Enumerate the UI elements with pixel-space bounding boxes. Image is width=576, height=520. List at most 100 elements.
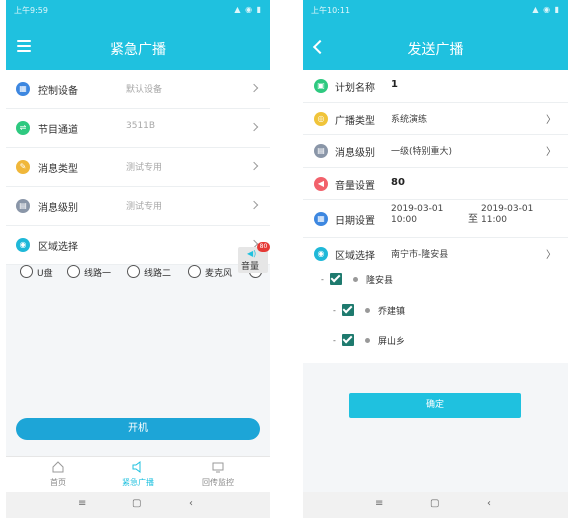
tree-node-town-2[interactable]: - 屏山乡 — [333, 333, 533, 349]
tree-node-county[interactable]: - 隆安县 — [321, 272, 521, 288]
start-datetime[interactable]: 2019-03-01 10:00 — [391, 204, 461, 226]
end-time: 11:00 — [481, 215, 507, 225]
chevron-right-icon: 〉 — [546, 147, 556, 158]
checkbox-checked[interactable] — [342, 334, 354, 346]
radio-circle — [188, 265, 201, 278]
page-title: 紧急广播 — [110, 42, 166, 58]
system-nav-bar: ≡ ▢ ‹ — [303, 492, 568, 518]
checkbox-checked[interactable] — [330, 273, 342, 285]
status-time: 上午10:11 — [311, 6, 351, 15]
tab-home[interactable]: 首页 — [18, 457, 98, 493]
header-bar: 上午9:59 ▲ ◉ ▮ 紧急广播 — [6, 0, 270, 70]
tab-monitor[interactable]: 回传监控 — [178, 457, 258, 493]
tree-dot — [365, 308, 370, 313]
region-value: 南宁市-隆安县 — [391, 250, 449, 260]
row-label: 控制设备 — [38, 86, 78, 97]
nav-home-icon[interactable]: ▢ — [132, 498, 141, 509]
status-icons: ▲ ◉ ▮ — [532, 5, 560, 14]
nav-menu-icon[interactable]: ≡ — [78, 498, 86, 509]
row-broadcast-type[interactable]: ◎ 广播类型 系统演练 〉 — [303, 103, 568, 135]
end-datetime[interactable]: 2019-03-01 11:00 — [481, 204, 551, 226]
radio-label: 麦克风 — [205, 269, 233, 279]
radio-circle — [67, 265, 80, 278]
radio-label: U盘 — [37, 269, 53, 279]
confirm-button[interactable]: 确定 — [349, 393, 521, 418]
row-message-level[interactable]: ▤ 消息级别 测试专用 — [6, 187, 270, 226]
tree-node-label: 乔建镇 — [378, 307, 406, 317]
message-level-icon: ▤ — [314, 144, 328, 158]
tab-label: 首页 — [50, 478, 66, 487]
monitor-icon — [212, 462, 224, 473]
message-level-value: 一级(特别重大) — [391, 147, 453, 157]
device-icon: ▦ — [16, 82, 30, 96]
location-icon: ◉ — [314, 247, 328, 261]
power-on-button[interactable]: 开机 — [16, 418, 260, 440]
volume-icon: ◀ — [314, 176, 328, 191]
broadcast-type-value: 系统演练 — [391, 114, 428, 125]
status-time: 上午9:59 — [14, 6, 48, 15]
row-region-select[interactable]: ◉ 区域选择 — [6, 226, 270, 265]
row-value: 测试专用 — [126, 202, 163, 212]
volume-value: 80 — [391, 176, 405, 188]
row-label: 区域选择 — [38, 242, 78, 253]
right-phone-screen: 上午10:11 ▲ ◉ ▮ 发送广播 ▣ 计划名称 1 ◎ 广播类型 系统演练 … — [303, 0, 568, 518]
chevron-right-icon — [249, 200, 259, 210]
speaker-icon: ◀) — [247, 249, 257, 258]
row-message-type[interactable]: ✎ 消息类型 测试专用 — [6, 148, 270, 187]
system-nav-bar: ≡ ▢ ‹ — [6, 492, 270, 518]
nav-home-icon[interactable]: ▢ — [430, 498, 439, 509]
row-volume-setting[interactable]: ◀ 音量设置 80 — [303, 168, 568, 200]
row-date-setting[interactable]: ▦ 日期设置 2019-03-01 10:00 至 2019-03-01 11:… — [303, 200, 568, 238]
broadcast-type-icon: ◎ — [314, 111, 328, 126]
calendar-icon: ▦ — [314, 212, 328, 226]
tree-dot — [353, 277, 358, 282]
row-message-level[interactable]: ▤ 消息级别 一级(特别重大) 〉 — [303, 135, 568, 168]
tab-emergency-broadcast[interactable]: 紧急广播 — [98, 457, 178, 493]
tree-node-label: 隆安县 — [366, 276, 394, 286]
row-value: 默认设备 — [126, 85, 163, 95]
tab-label: 紧急广播 — [122, 478, 154, 487]
tree-node-town-1[interactable]: - 乔建镇 — [333, 303, 533, 319]
status-bar: 上午9:59 ▲ ◉ ▮ — [14, 5, 262, 19]
row-region-select[interactable]: ◉ 区域选择 南宁市-隆安县 〉 — [303, 238, 568, 271]
radio-circle — [20, 265, 33, 278]
checkbox-checked[interactable] — [342, 304, 354, 316]
row-value: 测试专用 — [126, 163, 163, 173]
tree-branch: - — [333, 336, 336, 345]
row-plan-name[interactable]: ▣ 计划名称 1 — [303, 70, 568, 103]
row-control-device[interactable]: ▦ 控制设备 默认设备 — [6, 70, 270, 109]
chevron-right-icon — [249, 161, 259, 171]
bottom-tab-bar: 首页 紧急广播 回传监控 — [6, 456, 270, 492]
plan-name-value: 1 — [391, 79, 398, 90]
tree-branch: - — [333, 306, 336, 315]
message-level-icon: ▤ — [16, 199, 30, 213]
region-tree: - 隆安县 - 乔建镇 - 屏山乡 — [303, 268, 568, 363]
start-time: 10:00 — [391, 215, 417, 225]
radio-label: 线路二 — [144, 269, 172, 279]
row-label: 区域选择 — [335, 251, 375, 262]
row-label: 消息级别 — [335, 148, 375, 159]
volume-badge: 80 — [257, 242, 270, 252]
row-label: 消息类型 — [38, 164, 78, 175]
row-program-channel[interactable]: ⇌ 节目通道 3511B — [6, 109, 270, 148]
volume-floating-button[interactable]: ◀) 音量 80 — [238, 242, 270, 273]
chevron-right-icon — [249, 83, 259, 93]
volume-label: 音量 — [241, 262, 260, 272]
row-label: 日期设置 — [335, 216, 375, 227]
tab-label: 回传监控 — [202, 478, 234, 487]
nav-menu-icon[interactable]: ≡ — [375, 498, 383, 509]
header-bar: 上午10:11 ▲ ◉ ▮ 发送广播 — [303, 0, 568, 70]
broadcast-form: ▣ 计划名称 1 ◎ 广播类型 系统演练 〉 ▤ 消息级别 一级(特别重大) 〉… — [303, 70, 568, 271]
row-label: 广播类型 — [335, 115, 375, 127]
channel-icon: ⇌ — [16, 121, 30, 135]
left-phone-screen: 上午9:59 ▲ ◉ ▮ 紧急广播 ▦ 控制设备 默认设备 ⇌ 节目通道 351… — [6, 0, 270, 518]
source-radio-group: U盘 线路一 线路二 麦克风 — [6, 265, 270, 287]
tree-branch: - — [321, 275, 324, 284]
settings-list: ▦ 控制设备 默认设备 ⇌ 节目通道 3511B ✎ 消息类型 测试专用 ▤ 消… — [6, 70, 270, 265]
broadcast-icon — [132, 461, 141, 473]
row-value: 3511B — [126, 121, 156, 131]
chevron-right-icon: 〉 — [546, 114, 556, 126]
nav-back-icon[interactable]: ‹ — [487, 498, 491, 509]
status-icons: ▲ ◉ ▮ — [234, 5, 262, 14]
nav-back-icon[interactable]: ‹ — [189, 498, 193, 509]
